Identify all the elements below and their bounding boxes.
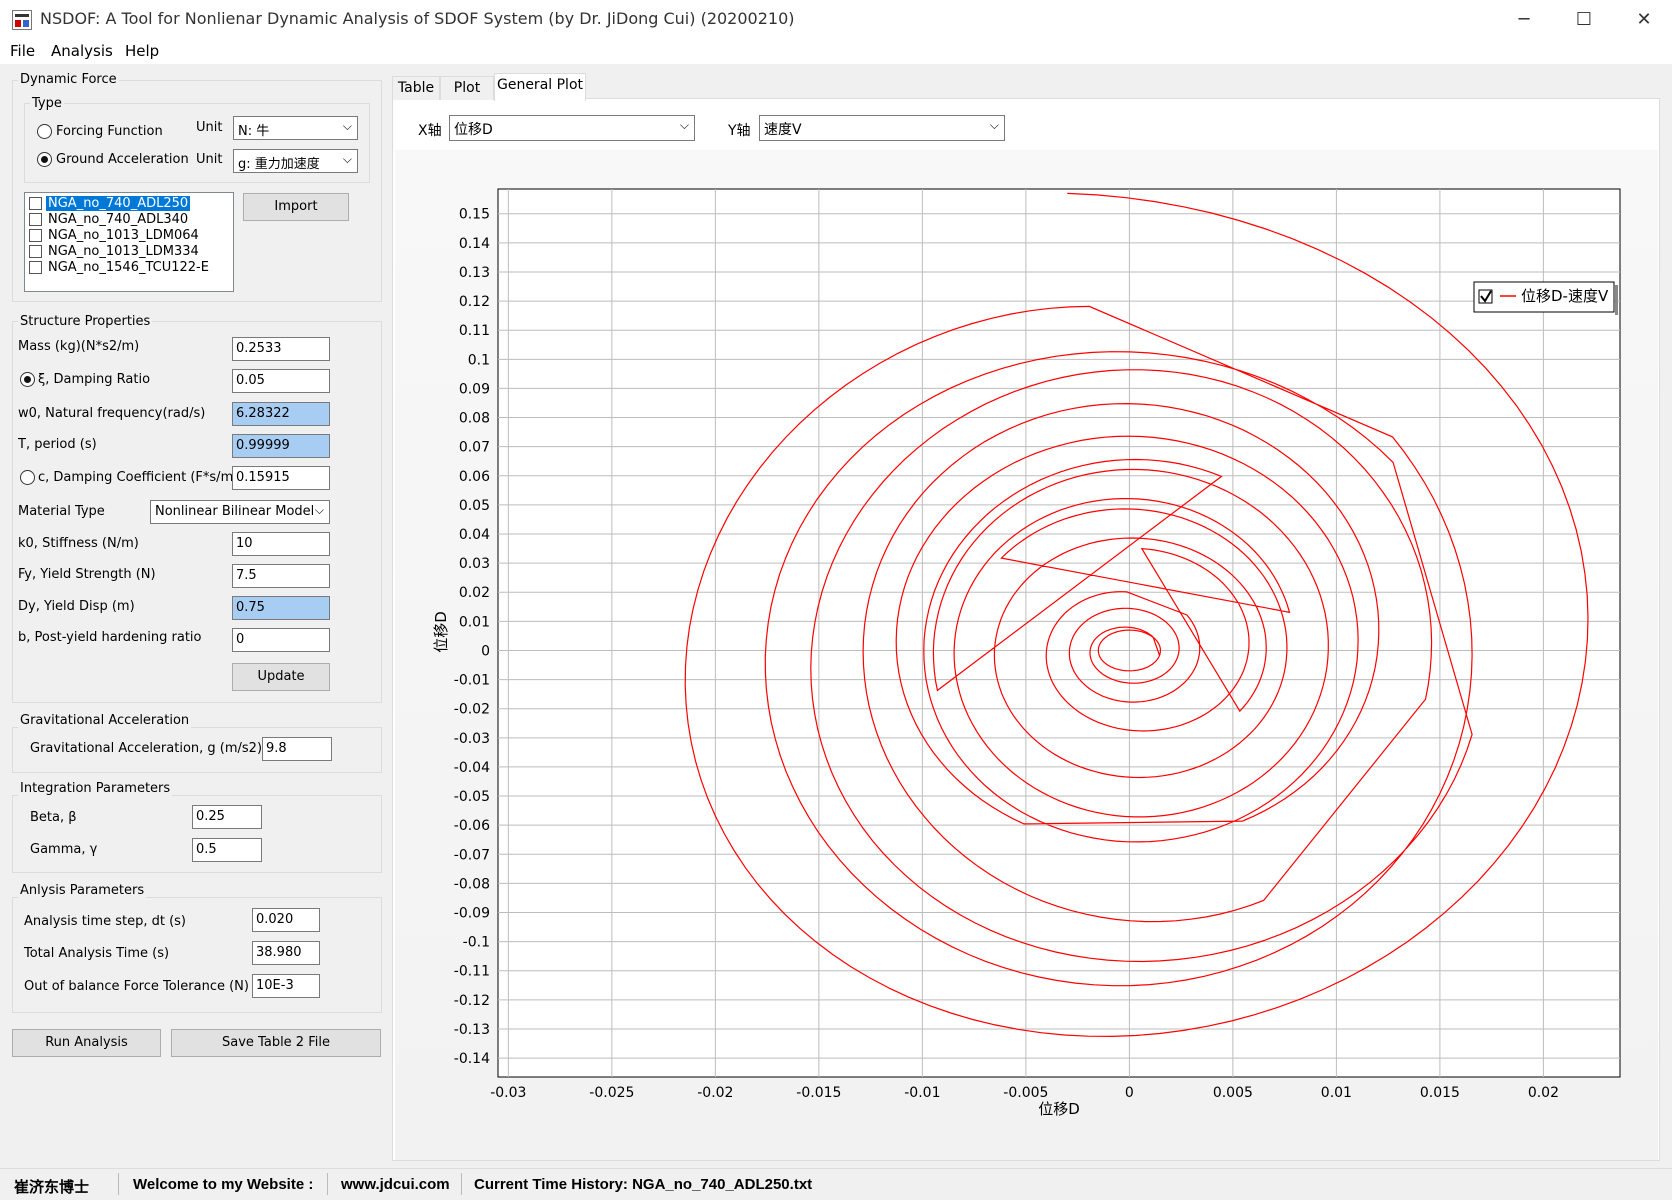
ground-unit-value: g: 重力加速度 — [238, 157, 320, 172]
structure-title: Structure Properties — [18, 314, 153, 329]
gravity-field[interactable]: 9.8 — [262, 737, 332, 761]
status-bar: 崔济东博士 Welcome to my Website : www.jdcui.… — [0, 1168, 1672, 1200]
app-icon — [12, 10, 32, 30]
time-step-field[interactable]: 0.020 — [252, 908, 320, 932]
natural-frequency-label: w0, Natural frequency(rad/s) — [18, 406, 206, 421]
total-time-field[interactable]: 38.980 — [252, 941, 320, 965]
ground-unit-label: Unit — [196, 152, 223, 167]
checkbox[interactable] — [29, 212, 42, 226]
material-type-value: Nonlinear Bilinear Model — [155, 504, 315, 519]
run-analysis-button[interactable]: Run Analysis — [12, 1029, 161, 1057]
ground-acceleration-label: Ground Acceleration — [56, 152, 189, 167]
yield-disp-field[interactable]: 0.75 — [232, 596, 330, 620]
type-title: Type — [30, 96, 64, 111]
natural-frequency-field[interactable]: 6.28322 — [232, 402, 330, 426]
status-divider — [118, 1173, 119, 1195]
status-divider — [327, 1173, 328, 1195]
stiffness-label: k0, Stiffness (N/m) — [18, 536, 139, 551]
menu-bar: File Analysis Help — [0, 40, 1672, 64]
damping-ratio-field[interactable]: 0.05 — [232, 369, 330, 393]
tab-plot[interactable]: Plot — [440, 76, 494, 100]
tab-table[interactable]: Table — [392, 76, 440, 100]
x-axis-value: 位移D — [454, 122, 493, 138]
list-item[interactable]: NGA_no_1013_LDM334 — [29, 243, 201, 259]
stiffness-field[interactable]: 10 — [232, 532, 330, 556]
update-button[interactable]: Update — [232, 663, 330, 691]
forcing-unit-select[interactable]: N: 牛 ⌵ — [233, 116, 358, 140]
y-axis-select[interactable]: 速度V ⌵ — [759, 115, 1005, 141]
forcing-function-radio[interactable] — [37, 124, 52, 139]
period-label: T, period (s) — [18, 437, 97, 452]
chevron-down-icon: ⌵ — [679, 118, 689, 132]
tolerance-field[interactable]: 10E-3 — [252, 974, 320, 998]
integration-title: Integration Parameters — [18, 781, 173, 796]
title-bar: NSDOF: A Tool for Nonlienar Dynamic Anal… — [0, 0, 1672, 40]
y-axis-label: Y轴 — [728, 123, 751, 139]
damping-ratio-radio[interactable] — [20, 372, 35, 387]
gamma-field[interactable]: 0.5 — [192, 838, 262, 862]
time-step-label: Analysis time step, dt (s) — [24, 914, 186, 929]
beta-label: Beta, β — [30, 810, 77, 825]
damping-coefficient-label: c, Damping Coefficient (F*s/m) — [38, 470, 239, 485]
damping-ratio-label: ξ, Damping Ratio — [38, 372, 151, 387]
x-axis-label: X轴 — [418, 123, 442, 139]
menu-analysis[interactable]: Analysis — [51, 42, 113, 60]
status-author: 崔济东博士 — [14, 1179, 90, 1196]
mass-label: Mass (kg)(N*s2/m) — [18, 339, 140, 354]
gravity-label: Gravitational Acceleration, g (m/s2) — [30, 741, 263, 756]
window-title: NSDOF: A Tool for Nonlienar Dynamic Anal… — [40, 9, 795, 28]
chevron-down-icon: ⌵ — [342, 119, 352, 133]
yield-disp-label: Dy, Yield Disp (m) — [18, 599, 135, 614]
checkbox[interactable] — [29, 228, 42, 242]
ground-unit-select[interactable]: g: 重力加速度 ⌵ — [233, 149, 358, 173]
import-button[interactable]: Import — [243, 193, 349, 221]
hardening-ratio-field[interactable]: 0 — [232, 628, 330, 652]
status-welcome: Welcome to my Website : — [133, 1176, 314, 1193]
list-item[interactable]: NGA_no_1546_TCU122-E — [29, 259, 211, 275]
yield-strength-label: Fy, Yield Strength (N) — [18, 567, 156, 582]
damping-coefficient-field[interactable]: 0.15915 — [232, 466, 330, 490]
y-axis-value: 速度V — [764, 122, 802, 138]
record-list[interactable]: NGA_no_740_ADL250 NGA_no_740_ADL340 NGA_… — [24, 192, 234, 292]
x-axis-select[interactable]: 位移D ⌵ — [449, 115, 695, 141]
status-website-link[interactable]: www.jdcui.com — [341, 1176, 450, 1193]
beta-field[interactable]: 0.25 — [192, 805, 262, 829]
total-time-label: Total Analysis Time (s) — [24, 946, 170, 961]
chevron-down-icon: ⌵ — [342, 152, 352, 166]
period-field[interactable]: 0.99999 — [232, 434, 330, 458]
chevron-down-icon: ⌵ — [989, 118, 999, 132]
status-divider — [461, 1173, 462, 1195]
gamma-label: Gamma, γ — [30, 842, 98, 857]
tab-general-plot[interactable]: General Plot — [494, 73, 586, 101]
forcing-function-label: Forcing Function — [56, 124, 163, 139]
menu-help[interactable]: Help — [125, 42, 159, 60]
gravity-title: Gravitational Acceleration — [18, 713, 192, 728]
list-item[interactable]: NGA_no_740_ADL250 — [29, 195, 191, 211]
save-table-button[interactable]: Save Table 2 File — [171, 1029, 381, 1057]
damping-coefficient-radio[interactable] — [20, 470, 35, 485]
mass-field[interactable]: 0.2533 — [232, 337, 330, 361]
chevron-down-icon: ⌵ — [314, 503, 324, 517]
tolerance-label: Out of balance Force Tolerance (N) — [24, 979, 249, 994]
checkbox[interactable] — [29, 260, 42, 274]
ground-acceleration-radio[interactable] — [37, 152, 52, 167]
minimize-button[interactable]: ─ — [1496, 0, 1552, 40]
analysis-title: Anlysis Parameters — [18, 883, 147, 898]
material-type-label: Material Type — [18, 504, 105, 519]
close-button[interactable]: ✕ — [1616, 0, 1672, 40]
list-item[interactable]: NGA_no_1013_LDM064 — [29, 227, 201, 243]
checkbox[interactable] — [29, 244, 42, 258]
maximize-button[interactable]: ☐ — [1556, 0, 1612, 40]
yield-strength-field[interactable]: 7.5 — [232, 564, 330, 588]
forcing-unit-value: N: 牛 — [238, 124, 270, 139]
hardening-ratio-label: b, Post-yield hardening ratio — [18, 630, 202, 645]
checkbox[interactable] — [29, 196, 42, 210]
plot-background — [395, 150, 1658, 1160]
material-type-select[interactable]: Nonlinear Bilinear Model ⌵ — [150, 500, 330, 524]
list-item[interactable]: NGA_no_740_ADL340 — [29, 211, 190, 227]
dynamic-force-title: Dynamic Force — [18, 72, 119, 87]
forcing-unit-label: Unit — [196, 120, 223, 135]
status-current-history: Current Time History: NGA_no_740_ADL250.… — [474, 1176, 813, 1193]
menu-file[interactable]: File — [10, 42, 35, 60]
